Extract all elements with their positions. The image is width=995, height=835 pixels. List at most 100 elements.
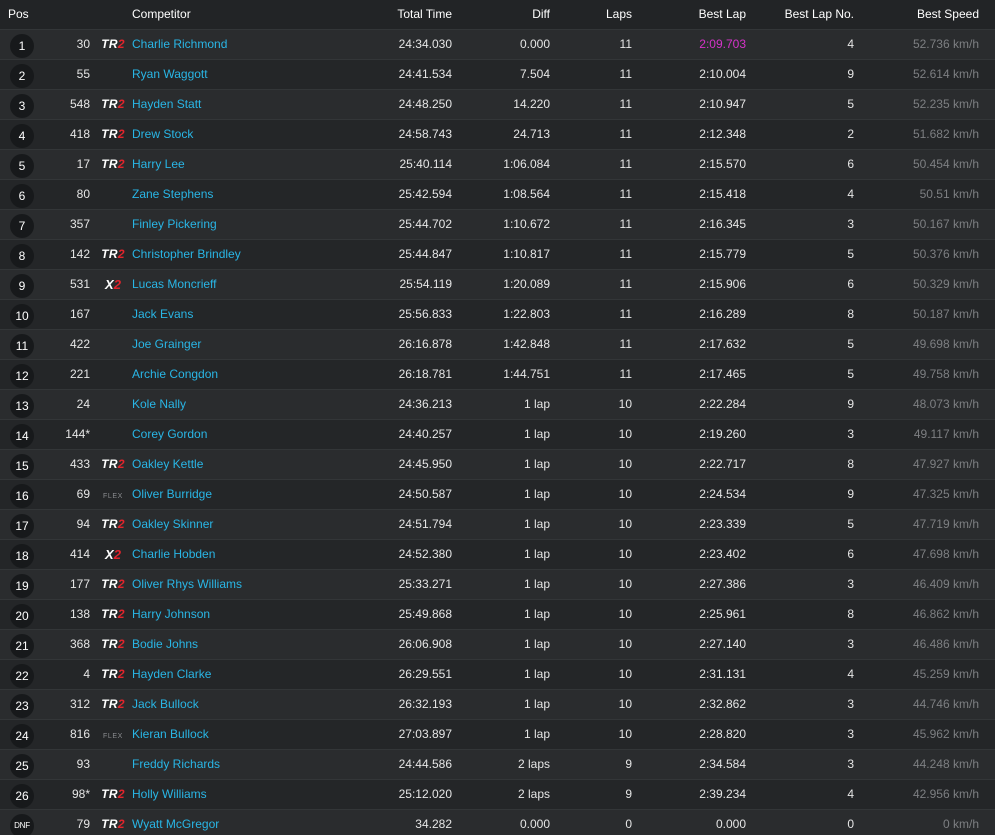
table-row[interactable]: 13 24 Kole Nally 24:36.213 1 lap 10 2:22.284 9 4… bbox=[0, 388, 995, 419]
table-row[interactable]: 16 69 FLEX Oliver Burridge 24:50.587 1 lap 10 2… bbox=[0, 478, 995, 509]
competitor-link[interactable]: Charlie Richmond bbox=[132, 37, 227, 51]
competitor-link[interactable]: Holly Williams bbox=[132, 787, 207, 801]
total-time: 25:54.119 bbox=[376, 268, 462, 299]
best-lap: 2:28.820 bbox=[642, 718, 756, 749]
best-lap-no: 8 bbox=[756, 598, 864, 629]
competitor-link[interactable]: Oakley Skinner bbox=[132, 517, 213, 531]
tr2-class-logo: TR2 bbox=[101, 697, 125, 711]
table-row[interactable]: 23 312 TR2 Jack Bullock 26:32.193 1 lap 10 2:32… bbox=[0, 688, 995, 719]
competitor-link[interactable]: Hayden Statt bbox=[132, 97, 201, 111]
diff: 7.504 bbox=[462, 58, 560, 89]
table-row[interactable]: 22 4 TR2 Hayden Clarke 26:29.551 1 lap 10 2:31.… bbox=[0, 658, 995, 689]
race-number: 414 bbox=[40, 538, 96, 569]
competitor-link[interactable]: Drew Stock bbox=[132, 127, 193, 141]
col-pos[interactable]: Pos bbox=[0, 0, 40, 29]
best-speed: 46.409 km/h bbox=[864, 568, 995, 599]
best-lap-no: 9 bbox=[756, 478, 864, 509]
laps: 11 bbox=[560, 268, 642, 299]
race-number: 98* bbox=[40, 778, 96, 809]
diff: 1:44.751 bbox=[462, 358, 560, 389]
col-competitor[interactable]: Competitor bbox=[130, 0, 376, 29]
position-badge: 4 bbox=[10, 123, 34, 148]
position-badge: 1 bbox=[10, 33, 34, 58]
diff: 1 lap bbox=[462, 628, 560, 659]
laps: 11 bbox=[560, 88, 642, 119]
laps: 9 bbox=[560, 778, 642, 809]
table-row[interactable]: 8 142 TR2 Christopher Brindley 25:44.847 1:10… bbox=[0, 238, 995, 269]
diff: 0.000 bbox=[462, 28, 560, 59]
competitor-link[interactable]: Kole Nally bbox=[132, 397, 186, 411]
competitor-link[interactable]: Corey Gordon bbox=[132, 427, 207, 441]
table-row[interactable]: 2 55 Ryan Waggott 24:41.534 7.504 11 2:10.004 9… bbox=[0, 58, 995, 89]
competitor-link[interactable]: Hayden Clarke bbox=[132, 667, 211, 681]
col-laps[interactable]: Laps bbox=[560, 0, 642, 29]
best-speed: 0 km/h bbox=[864, 808, 995, 835]
col-total-time[interactable]: Total Time bbox=[376, 0, 462, 29]
best-speed: 47.927 km/h bbox=[864, 448, 995, 479]
table-row[interactable]: 25 93 Freddy Richards 24:44.586 2 laps 9 2:34.… bbox=[0, 748, 995, 779]
competitor-link[interactable]: Oliver Burridge bbox=[132, 487, 212, 501]
competitor-link[interactable]: Harry Lee bbox=[132, 157, 185, 171]
competitor-link[interactable]: Oakley Kettle bbox=[132, 457, 203, 471]
table-row[interactable]: 10 167 Jack Evans 25:56.833 1:22.803 11 2:16.2… bbox=[0, 298, 995, 329]
table-row[interactable]: DNF 79 TR2 Wyatt McGregor 34.282 0.000 0 0.000 0… bbox=[0, 808, 995, 835]
table-row[interactable]: 3 548 TR2 Hayden Statt 24:48.250 14.220 11 2:10… bbox=[0, 88, 995, 119]
competitor-link[interactable]: Kieran Bullock bbox=[132, 727, 209, 741]
competitor-link[interactable]: Harry Johnson bbox=[132, 607, 210, 621]
table-row[interactable]: 11 422 Joe Grainger 26:16.878 1:42.848 11 2:17… bbox=[0, 328, 995, 359]
competitor-link[interactable]: Freddy Richards bbox=[132, 757, 220, 771]
position-cell: 20 bbox=[0, 598, 40, 629]
table-row[interactable]: 24 816 FLEX Kieran Bullock 27:03.897 1 lap 10 2… bbox=[0, 718, 995, 749]
competitor-link[interactable]: Ryan Waggott bbox=[132, 67, 208, 81]
class-cell: TR2 bbox=[96, 88, 130, 119]
col-best-speed[interactable]: Best Speed bbox=[864, 0, 995, 29]
class-cell bbox=[96, 418, 130, 449]
competitor-link[interactable]: Jack Bullock bbox=[132, 697, 199, 711]
race-number: 167 bbox=[40, 298, 96, 329]
competitor-link[interactable]: Oliver Rhys Williams bbox=[132, 577, 242, 591]
competitor-link[interactable]: Finley Pickering bbox=[132, 217, 217, 231]
competitor-link[interactable]: Archie Congdon bbox=[132, 367, 218, 381]
laps: 0 bbox=[560, 808, 642, 835]
table-row[interactable]: 15 433 TR2 Oakley Kettle 24:45.950 1 lap 10 2:2… bbox=[0, 448, 995, 479]
competitor-link[interactable]: Lucas Moncrieff bbox=[132, 277, 217, 291]
position-cell: 26 bbox=[0, 778, 40, 809]
table-row[interactable]: 9 531 X2 Lucas Moncrieff 25:54.119 1:20.089 11… bbox=[0, 268, 995, 299]
best-lap-no: 5 bbox=[756, 88, 864, 119]
col-best-lap[interactable]: Best Lap bbox=[642, 0, 756, 29]
tr2-class-logo: TR2 bbox=[101, 247, 125, 261]
competitor-link[interactable]: Charlie Hobden bbox=[132, 547, 215, 561]
competitor-link[interactable]: Bodie Johns bbox=[132, 637, 198, 651]
table-row[interactable]: 1 30 TR2 Charlie Richmond 24:34.030 0.000 11 2:… bbox=[0, 28, 995, 59]
table-row[interactable]: 7 357 Finley Pickering 25:44.702 1:10.672 11 2… bbox=[0, 208, 995, 239]
total-time: 25:44.847 bbox=[376, 238, 462, 269]
race-number: 138 bbox=[40, 598, 96, 629]
competitor-link[interactable]: Jack Evans bbox=[132, 307, 193, 321]
col-diff[interactable]: Diff bbox=[462, 0, 560, 29]
diff: 1 lap bbox=[462, 448, 560, 479]
table-row[interactable]: 14 144* Corey Gordon 24:40.257 1 lap 10 2:19.2… bbox=[0, 418, 995, 449]
competitor-link[interactable]: Christopher Brindley bbox=[132, 247, 241, 261]
competitor-link[interactable]: Wyatt McGregor bbox=[132, 817, 219, 831]
table-row[interactable]: 26 98* TR2 Holly Williams 25:12.020 2 laps 9 2:… bbox=[0, 778, 995, 809]
table-row[interactable]: 6 80 Zane Stephens 25:42.594 1:08.564 11 2:15.… bbox=[0, 178, 995, 209]
best-speed: 50.187 km/h bbox=[864, 298, 995, 329]
table-row[interactable]: 12 221 Archie Congdon 26:18.781 1:44.751 11 2:… bbox=[0, 358, 995, 389]
table-row[interactable]: 17 94 TR2 Oakley Skinner 24:51.794 1 lap 10 2:2… bbox=[0, 508, 995, 539]
diff: 1 lap bbox=[462, 388, 560, 419]
col-class bbox=[96, 0, 130, 29]
competitor-link[interactable]: Zane Stephens bbox=[132, 187, 213, 201]
table-row[interactable]: 4 418 TR2 Drew Stock 24:58.743 24.713 11 2:12.3… bbox=[0, 118, 995, 149]
best-speed: 52.736 km/h bbox=[864, 28, 995, 59]
competitor-cell: Oliver Rhys Williams bbox=[130, 568, 376, 599]
best-speed: 47.325 km/h bbox=[864, 478, 995, 509]
diff: 1 lap bbox=[462, 688, 560, 719]
position-badge: 10 bbox=[10, 303, 34, 328]
col-best-lap-no[interactable]: Best Lap No. bbox=[756, 0, 864, 29]
table-row[interactable]: 19 177 TR2 Oliver Rhys Williams 25:33.271 1 l… bbox=[0, 568, 995, 599]
table-row[interactable]: 20 138 TR2 Harry Johnson 25:49.868 1 lap 10 2:2… bbox=[0, 598, 995, 629]
table-row[interactable]: 21 368 TR2 Bodie Johns 26:06.908 1 lap 10 2:27.… bbox=[0, 628, 995, 659]
competitor-link[interactable]: Joe Grainger bbox=[132, 337, 201, 351]
table-row[interactable]: 18 414 X2 Charlie Hobden 24:52.380 1 lap 10 2:2… bbox=[0, 538, 995, 569]
table-row[interactable]: 5 17 TR2 Harry Lee 25:40.114 1:06.084 11 2:15.5… bbox=[0, 148, 995, 179]
